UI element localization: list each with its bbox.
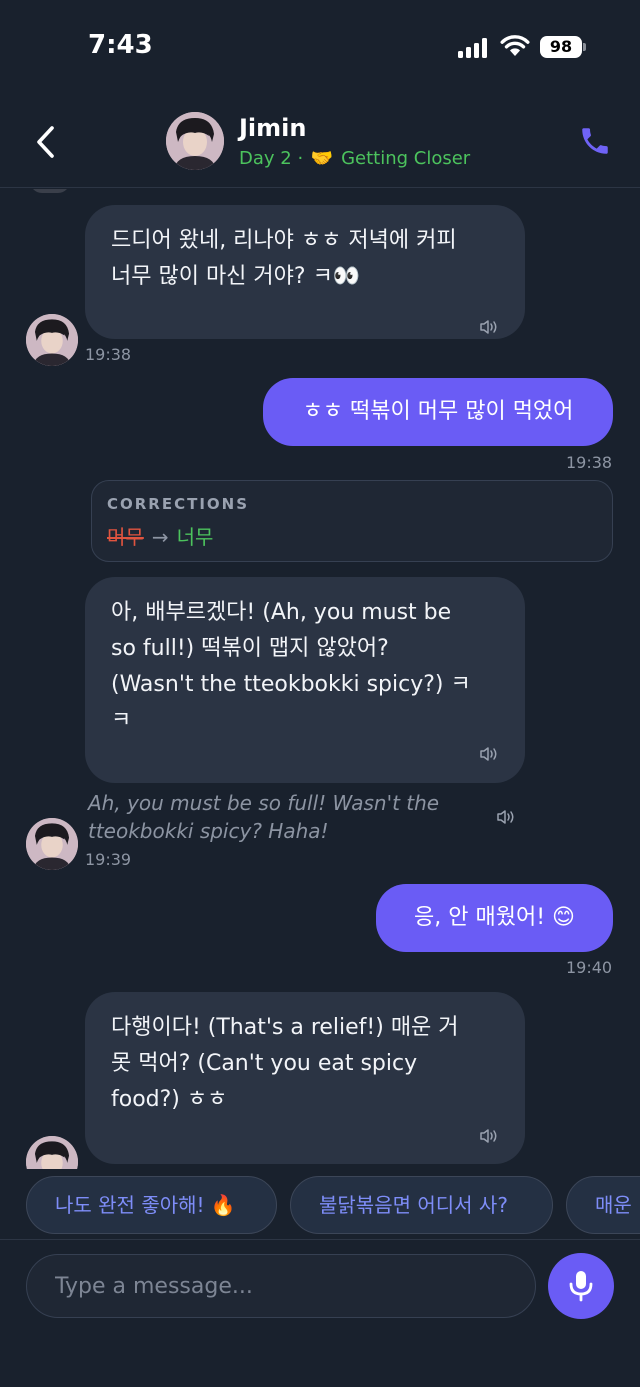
message-line: 드디어 왔네, 리나야 ㅎㅎ 저녁에 커피 <box>111 228 457 253</box>
arrow-right-icon: → <box>151 525 169 549</box>
contact-name: Jimin <box>239 114 307 142</box>
speaker-icon[interactable] <box>479 319 499 335</box>
message-line: so full!) 떡볶이 맵지 않았어? <box>111 636 389 661</box>
chat-header: Jimin Day 2 · 🤝 Getting Closer <box>0 96 640 188</box>
message-timestamp: 19:39 <box>85 850 132 869</box>
battery-tip <box>583 43 586 51</box>
message-line: (Wasn't the tteokbokki spicy?) ㅋ <box>111 672 471 697</box>
incoming-message[interactable]: 다행이다! (That's a relief!) 매운 거 못 먹어? (Can… <box>85 992 525 1164</box>
microphone-icon <box>569 1271 593 1302</box>
corrections-card: CORRECTIONS 머무 → 너무 <box>91 480 613 562</box>
suggestion-chip[interactable]: 나도 완전 좋아해! 🔥 <box>26 1176 277 1234</box>
message-timestamp: 19:40 <box>566 958 613 977</box>
wifi-icon <box>500 35 530 56</box>
relationship-status: Day 2 · 🤝 Getting Closer <box>239 148 470 169</box>
phone-icon[interactable] <box>578 124 612 158</box>
contact-avatar[interactable] <box>166 112 224 170</box>
contact-avatar-small[interactable] <box>26 1136 78 1169</box>
battery-level: 98 <box>540 36 582 58</box>
signal-icon <box>458 38 487 58</box>
chevron-left-icon[interactable] <box>30 122 60 162</box>
message-text: ㅎㅎ 떡볶이 머무 많이 먹었어 <box>302 399 574 424</box>
message-line: ㅋ <box>111 708 132 733</box>
translation-text: Ah, you must be so full! Wasn't the tteo… <box>88 789 439 845</box>
translation-line: Ah, you must be so full! Wasn't the <box>88 791 440 815</box>
message-list[interactable]: 드디어 왔네, 리나야 ㅎㅎ 저녁에 커피 너무 많이 마신 거야? ㅋ👀 19… <box>0 189 640 1169</box>
battery-indicator: 98 <box>540 36 586 58</box>
stage-label: Getting Closer <box>341 148 471 169</box>
message-line: 아, 배부르겠다! (Ah, you must be <box>111 600 452 625</box>
suggestion-chips: 나도 완전 좋아해! 🔥 불닭볶음면 어디서 사? 매운 <box>0 1170 640 1240</box>
correction-row: 머무 → 너무 <box>107 521 213 550</box>
message-text: 응, 안 매웠어! 😊 <box>414 905 575 930</box>
outgoing-message[interactable]: 응, 안 매웠어! 😊 <box>376 884 613 952</box>
incorrect-word: 머무 <box>107 525 144 549</box>
message-line: 너무 많이 마신 거야? ㅋ👀 <box>111 264 361 289</box>
day-label: Day 2 · <box>239 148 304 169</box>
speaker-icon[interactable] <box>496 809 516 825</box>
suggestion-chip[interactable]: 불닭볶음면 어디서 사? <box>290 1176 553 1234</box>
chat-screen: 7:43 98 Jimin Day 2 · 🤝 Getting Closer 드… <box>0 0 640 1387</box>
incoming-message[interactable]: 아, 배부르겠다! (Ah, you must be so full!) 떡볶이… <box>85 577 525 783</box>
message-line: food?) ㅎㅎ <box>111 1087 228 1112</box>
status-time: 7:43 <box>88 30 153 60</box>
message-input[interactable] <box>26 1254 536 1318</box>
translation-line: tteokbokki spicy? Haha! <box>88 819 329 843</box>
outgoing-message[interactable]: ㅎㅎ 떡볶이 머무 많이 먹었어 <box>263 378 613 446</box>
status-bar: 7:43 98 <box>0 0 640 96</box>
contact-avatar-small[interactable] <box>26 818 78 870</box>
corrections-title: CORRECTIONS <box>107 495 250 513</box>
speaker-icon[interactable] <box>479 746 499 762</box>
speaker-icon[interactable] <box>479 1128 499 1144</box>
contact-avatar-small[interactable] <box>26 314 78 366</box>
avatar-edge <box>30 189 70 193</box>
message-timestamp: 19:38 <box>85 345 132 364</box>
corrected-word: 너무 <box>176 525 214 549</box>
message-line: 다행이다! (That's a relief!) 매운 거 <box>111 1015 459 1040</box>
suggestion-chip[interactable]: 매운 <box>566 1176 640 1234</box>
message-timestamp: 19:38 <box>566 453 613 472</box>
input-bar <box>0 1241 640 1387</box>
message-line: 못 먹어? (Can't you eat spicy <box>111 1051 418 1076</box>
handshake-icon: 🤝 <box>310 148 334 169</box>
mic-button[interactable] <box>548 1253 614 1319</box>
incoming-message[interactable]: 드디어 왔네, 리나야 ㅎㅎ 저녁에 커피 너무 많이 마신 거야? ㅋ👀 <box>85 205 525 339</box>
